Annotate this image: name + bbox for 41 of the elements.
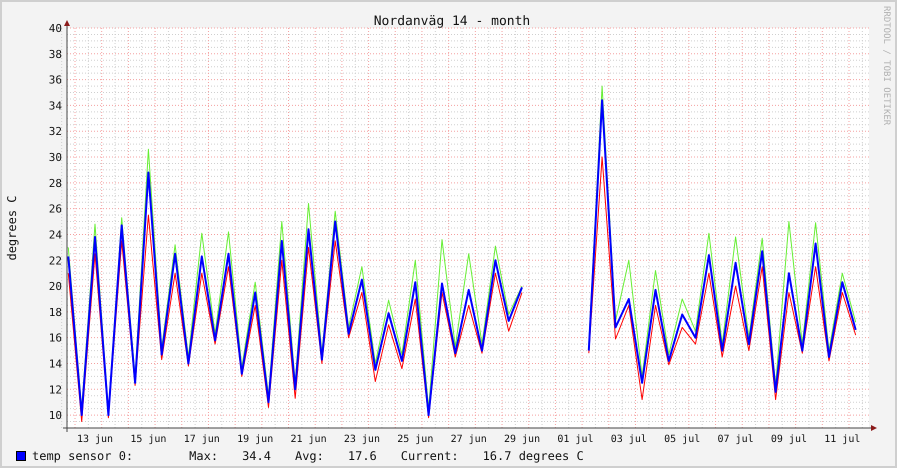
axis-tick-label: 03 jul	[610, 434, 647, 445]
axis-tick-label: 01 jul	[557, 434, 594, 445]
axis-tick-label: 15 jun	[130, 434, 166, 445]
axis-tick-label: 07 jul	[718, 434, 754, 445]
axis-tick-label: 22	[48, 254, 62, 268]
chart-title: Nordanväg 14 - month	[374, 14, 530, 29]
axis-tick-label: 05 jul	[664, 434, 700, 445]
axis-tick-label: 14	[48, 357, 62, 370]
axis-tick-label: 26	[48, 202, 62, 216]
axis-tick-label: 29 jun	[504, 434, 540, 445]
axis-tick-label: 23 jun	[344, 434, 380, 445]
axis-tick-label: 20	[48, 280, 62, 294]
axis-tick-label: 40	[48, 22, 62, 35]
axis-tick-label: 32	[48, 125, 62, 138]
legend-label: temp sensor 0:	[32, 449, 134, 463]
legend-label: Max:	[189, 449, 218, 463]
legend-value: 34.4	[242, 449, 271, 463]
legend-value: 17.6	[348, 449, 377, 463]
axis-tick-label: 36	[48, 74, 62, 87]
axis-tick-label: 12	[48, 383, 62, 396]
axis-tick-label: 13 jun	[76, 434, 114, 445]
legend-label: Current:	[400, 449, 459, 463]
axis-tick-label: 24	[48, 228, 62, 242]
axis-tick-label: 21 jun	[290, 434, 327, 445]
credit-text: RRDTOOL / TOBI OETIKER	[881, 6, 891, 126]
axis-tick-label: 19 jun	[237, 434, 274, 445]
axis-tick-label: 09 jul	[770, 434, 807, 445]
legend-value: 16.7 degrees C	[482, 449, 584, 463]
legend-label: Avg:	[294, 449, 324, 463]
axis-tick-label: 38	[48, 48, 62, 61]
axis-tick-label: 30	[48, 151, 62, 164]
axis-tick-label: 11 jul	[824, 434, 860, 445]
axis-tick-label: 28	[48, 176, 62, 190]
axis-tick-label: 16	[48, 332, 62, 345]
axis-tick-label: 34	[48, 99, 62, 112]
axis-tick-label: 17 jun	[184, 434, 220, 445]
y-axis-label: degrees C	[5, 195, 19, 261]
axis-tick-label: 10	[48, 409, 62, 422]
axis-tick-label: 18	[48, 306, 62, 319]
axis-tick-label: 27 jun	[450, 434, 487, 445]
axis-tick-label: 25 jun	[397, 434, 434, 445]
